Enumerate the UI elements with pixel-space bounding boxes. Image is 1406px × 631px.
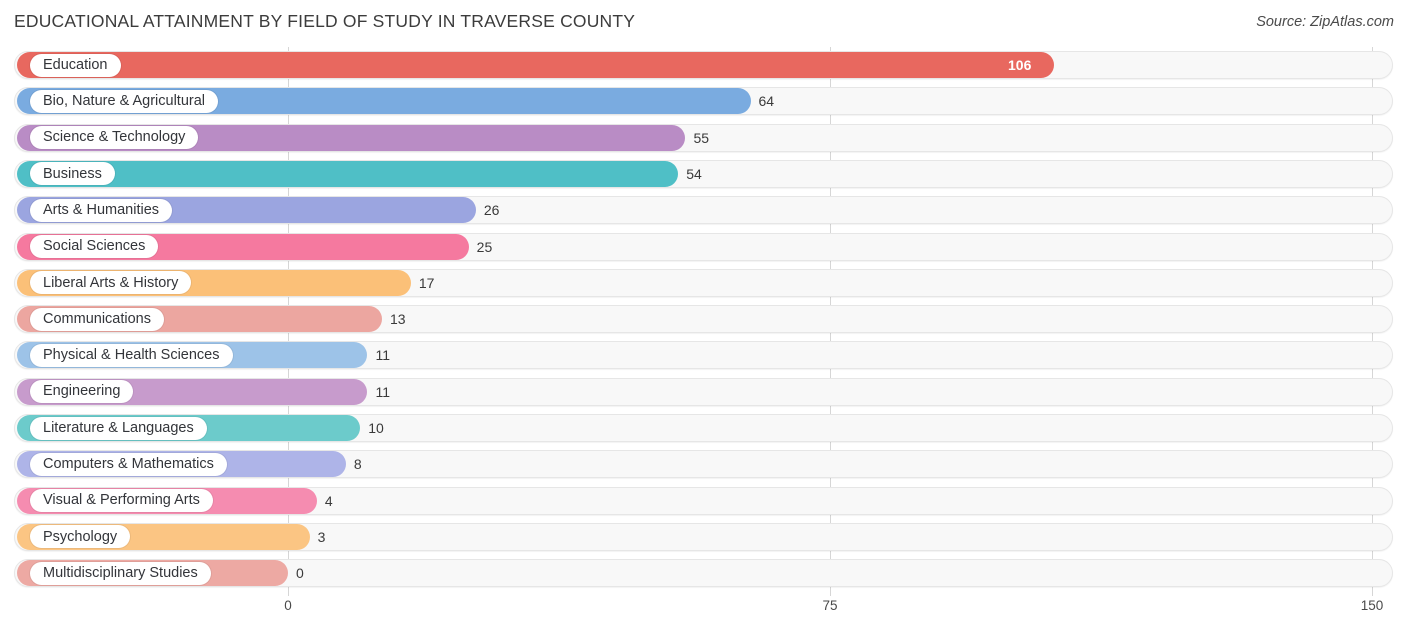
bar-label: Psychology: [43, 528, 118, 545]
bar-value: 8: [353, 456, 362, 473]
bar-label-pill: Engineering: [30, 380, 134, 404]
bar-label-pill: Bio, Nature & Agricultural: [30, 89, 218, 113]
bar-value: 13: [389, 311, 406, 328]
chart-title: EDUCATIONAL ATTAINMENT BY FIELD OF STUDY…: [14, 11, 636, 31]
bar-value: 3: [317, 528, 326, 545]
x-tick-label: 0: [284, 598, 292, 613]
bar[interactable]: [17, 52, 1055, 78]
bar-label: Business: [43, 165, 102, 182]
bar[interactable]: [17, 160, 679, 187]
bar-row[interactable]: Visual & Performing Arts 4: [0, 486, 1406, 516]
bar-label: Engineering: [43, 383, 121, 400]
bar-label-pill: Multidisciplinary Studies: [30, 561, 211, 585]
bar-value: 25: [476, 238, 493, 255]
bar-label: Literature & Languages: [43, 419, 194, 436]
bar-label-pill: Science & Technology: [30, 126, 199, 150]
bar-row[interactable]: Science & Technology 55: [0, 123, 1406, 153]
bar-row[interactable]: Literature & Languages 10: [0, 413, 1406, 443]
bar-row[interactable]: Business 54: [0, 159, 1406, 189]
bar-value: 11: [375, 383, 391, 400]
bar-value: 10: [368, 420, 384, 436]
source-attribution: Source: ZipAtlas.com: [1256, 14, 1394, 30]
bar-label-pill: Business: [30, 162, 115, 186]
bar-row[interactable]: Psychology 3: [0, 522, 1406, 552]
bar-value: 55: [693, 129, 710, 146]
bar-label-pill: Arts & Humanities: [30, 198, 173, 222]
bar-label: Arts & Humanities: [43, 201, 160, 218]
bar-row[interactable]: Education 106: [0, 50, 1406, 80]
bar-row[interactable]: Arts & Humanities 26: [0, 195, 1406, 225]
bar-row[interactable]: Bio, Nature & Agricultural 64: [0, 86, 1406, 116]
bar-value: 54: [686, 165, 702, 182]
bar-label-pill: Psychology: [30, 525, 131, 549]
bar-label-pill: Communications: [30, 307, 164, 331]
bar-label: Liberal Arts & History: [43, 274, 179, 291]
bar-value: 106: [1008, 57, 1032, 73]
bar-value: 26: [483, 202, 500, 219]
bar-label-pill: Education: [30, 53, 121, 77]
bar-label-pill: Physical & Health Sciences: [30, 343, 233, 367]
bar-row[interactable]: Communications 13: [0, 304, 1406, 334]
bar-row[interactable]: Physical & Health Sciences 11: [0, 340, 1406, 370]
bar-value: 17: [418, 274, 435, 291]
chart-root: EDUCATIONAL ATTAINMENT BY FIELD OF STUDY…: [0, 0, 1406, 631]
bar-value: 0: [296, 565, 304, 582]
bar-row[interactable]: Engineering 11: [0, 377, 1406, 407]
bar-label: Multidisciplinary Studies: [43, 564, 198, 581]
bar-label: Computers & Mathematics: [43, 456, 214, 473]
bar-value: 64: [758, 93, 775, 110]
x-tick-label: 75: [822, 598, 838, 613]
bar-label: Social Sciences: [43, 238, 146, 255]
bar-value: 4: [324, 492, 333, 509]
bar-label-pill: Liberal Arts & History: [30, 271, 192, 295]
bar-label: Education: [43, 56, 108, 73]
bar-row[interactable]: Computers & Mathematics 8: [0, 449, 1406, 479]
plot-area: Education 106 Bio, Nature & Agricultural 64…: [0, 47, 1406, 601]
bar-label: Physical & Health Sciences: [43, 347, 220, 364]
bar-row[interactable]: Liberal Arts & History 17: [0, 268, 1406, 298]
bar-row[interactable]: Social Sciences 25: [0, 232, 1406, 262]
bar-value: 11: [375, 347, 391, 364]
bar-label: Bio, Nature & Agricultural: [43, 93, 205, 110]
bar-label: Science & Technology: [43, 129, 186, 146]
bar-label: Visual & Performing Arts: [43, 492, 200, 509]
bar-label-pill: Social Sciences: [30, 235, 159, 258]
bar-row[interactable]: Multidisciplinary Studies 0: [0, 558, 1406, 588]
bar-label-pill: Computers & Mathematics: [30, 452, 227, 476]
bar-label-pill: Visual & Performing Arts: [30, 489, 213, 513]
x-tick-label: 150: [1360, 598, 1384, 613]
x-axis: 0 75 150: [0, 598, 1406, 622]
bar-label-pill: Literature & Languages: [30, 416, 207, 440]
bar-label: Communications: [43, 310, 151, 327]
